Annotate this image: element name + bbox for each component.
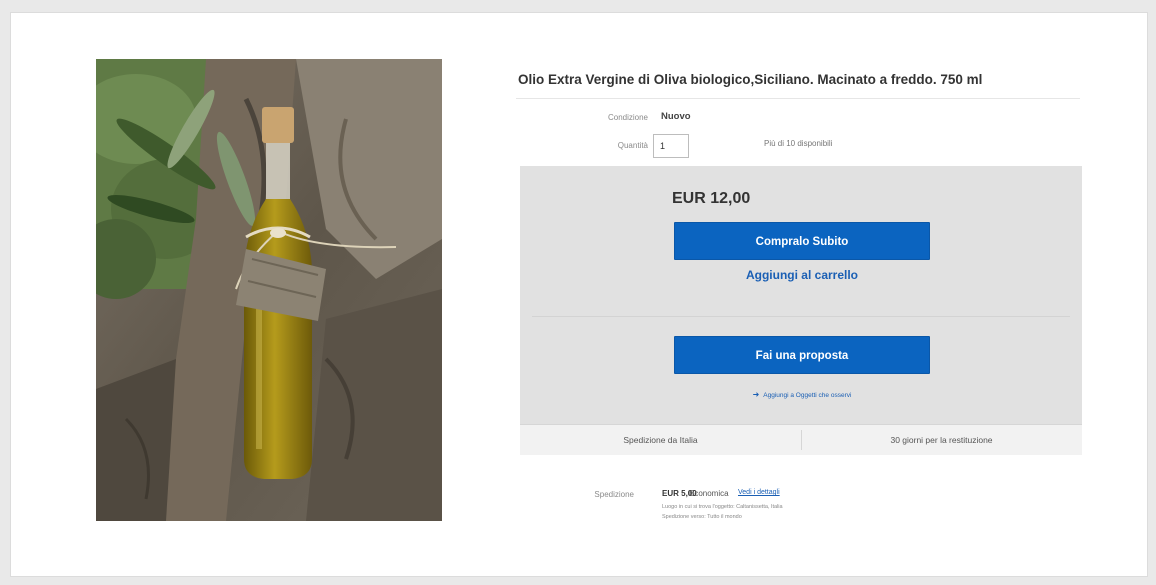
product-image[interactable]	[96, 59, 442, 521]
make-offer-button[interactable]: Fai una proposta	[674, 336, 930, 374]
arrow-right-icon: ➜	[752, 390, 760, 399]
item-location-note: Luogo in cui si trova l'oggetto: Caltani…	[662, 504, 783, 510]
olive-oil-photo-graphic	[96, 59, 442, 521]
add-to-watchlist-link[interactable]: ➜ Aggiungi a Oggetti che osservi	[674, 390, 930, 399]
listing-title: Olio Extra Vergine di Oliva biologico,Si…	[518, 72, 983, 87]
info-bar: Spedizione da Italia 30 giorni per la re…	[520, 424, 1082, 455]
buy-now-button[interactable]: Compralo Subito	[674, 222, 930, 260]
quantity-label: Quantità	[617, 141, 648, 150]
returns-text: 30 giorni per la restituzione	[890, 435, 993, 445]
shipping-label: Spedizione	[594, 490, 634, 499]
shipping-details-link[interactable]: Vedi i dettagli	[738, 489, 780, 496]
ship-to-note: Spedizione verso: Tutto il mondo	[662, 514, 742, 520]
availability-text: Più di 10 disponibili	[764, 139, 833, 148]
panel-divider	[532, 316, 1070, 317]
item-price: EUR 12,00	[672, 190, 751, 207]
shipping-from-text: Spedizione da Italia	[623, 435, 698, 445]
add-to-cart-link[interactable]: Aggiungi al carrello	[674, 268, 930, 282]
purchase-panel: EUR 12,00 Compralo Subito Aggiungi al ca…	[520, 166, 1082, 455]
title-divider	[516, 98, 1080, 99]
condition-label: Condizione	[607, 113, 648, 122]
shipping-type: Economica	[689, 489, 729, 498]
condition-value: Nuovo	[661, 111, 691, 122]
quantity-input[interactable]	[653, 134, 689, 158]
watchlist-label: Aggiungi a Oggetti che osservi	[763, 392, 852, 399]
